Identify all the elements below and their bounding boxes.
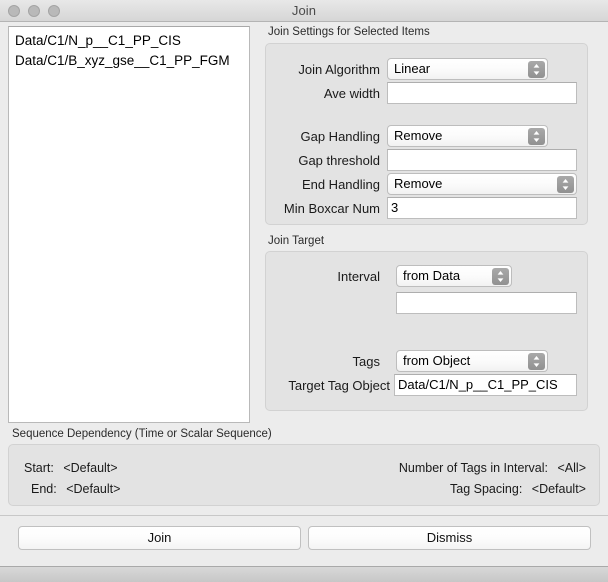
join-algorithm-label: Join Algorithm bbox=[247, 62, 380, 77]
chevron-updown-icon bbox=[557, 176, 574, 193]
chevron-updown-icon bbox=[528, 61, 545, 78]
chevron-updown-icon bbox=[528, 128, 545, 145]
min-boxcar-num-label: Min Boxcar Num bbox=[247, 201, 380, 216]
ave-width-input[interactable] bbox=[387, 82, 577, 104]
start-value: <Default> bbox=[63, 461, 117, 475]
sequence-dependency-caption: Sequence Dependency (Time or Scalar Sequ… bbox=[12, 428, 272, 440]
end-handling-label: End Handling bbox=[247, 177, 380, 192]
tag-spacing-row: Tag Spacing: <Default> bbox=[450, 482, 586, 496]
gap-handling-value: Remove bbox=[394, 128, 442, 143]
interval-value-input[interactable] bbox=[396, 292, 577, 314]
number-of-tags-row: Number of Tags in Interval: <All> bbox=[399, 461, 586, 475]
start-row: Start: <Default> bbox=[24, 461, 118, 475]
target-tag-object-input[interactable]: Data/C1/N_p__C1_PP_CIS bbox=[394, 374, 577, 396]
join-button[interactable]: Join bbox=[18, 526, 301, 550]
window-title: Join bbox=[0, 3, 608, 18]
end-handling-dropdown[interactable]: Remove bbox=[387, 173, 577, 195]
end-value: <Default> bbox=[66, 482, 120, 496]
tags-label: Tags bbox=[247, 354, 380, 369]
join-dialog-window: Join Data/C1/N_p__C1_PP_CIS Data/C1/B_xy… bbox=[0, 0, 608, 582]
gap-handling-label: Gap Handling bbox=[247, 129, 380, 144]
chevron-updown-icon bbox=[492, 268, 509, 285]
join-algorithm-value: Linear bbox=[394, 61, 430, 76]
end-label: End: bbox=[31, 482, 57, 496]
gap-handling-dropdown[interactable]: Remove bbox=[387, 125, 548, 147]
tag-spacing-label: Tag Spacing: bbox=[450, 482, 522, 496]
list-item[interactable]: Data/C1/N_p__C1_PP_CIS bbox=[9, 31, 249, 51]
join-algorithm-dropdown[interactable]: Linear bbox=[387, 58, 548, 80]
title-bar: Join bbox=[0, 0, 608, 22]
start-label: Start: bbox=[24, 461, 54, 475]
gap-threshold-label: Gap threshold bbox=[247, 153, 380, 168]
dismiss-button[interactable]: Dismiss bbox=[308, 526, 591, 550]
tag-spacing-value: <Default> bbox=[532, 482, 586, 496]
end-handling-value: Remove bbox=[394, 176, 442, 191]
interval-dropdown[interactable]: from Data bbox=[396, 265, 512, 287]
join-settings-caption: Join Settings for Selected Items bbox=[268, 26, 430, 38]
bottom-divider bbox=[0, 515, 608, 516]
gap-threshold-input[interactable] bbox=[387, 149, 577, 171]
sequence-dependency-groupbox bbox=[8, 444, 600, 506]
number-of-tags-value: <All> bbox=[558, 461, 587, 475]
min-boxcar-num-input[interactable]: 3 bbox=[387, 197, 577, 219]
selected-items-list[interactable]: Data/C1/N_p__C1_PP_CIS Data/C1/B_xyz_gse… bbox=[8, 26, 250, 423]
window-footer bbox=[0, 566, 608, 582]
list-item[interactable]: Data/C1/B_xyz_gse__C1_PP_FGM bbox=[9, 51, 249, 71]
ave-width-label: Ave width bbox=[247, 86, 380, 101]
tags-dropdown[interactable]: from Object bbox=[396, 350, 548, 372]
interval-value: from Data bbox=[403, 268, 460, 283]
end-row: End: <Default> bbox=[31, 482, 120, 496]
target-tag-object-label: Target Tag Object bbox=[247, 378, 390, 393]
number-of-tags-label: Number of Tags in Interval: bbox=[399, 461, 548, 475]
join-target-caption: Join Target bbox=[268, 235, 324, 247]
tags-value: from Object bbox=[403, 353, 470, 368]
interval-label: Interval bbox=[247, 269, 380, 284]
chevron-updown-icon bbox=[528, 353, 545, 370]
